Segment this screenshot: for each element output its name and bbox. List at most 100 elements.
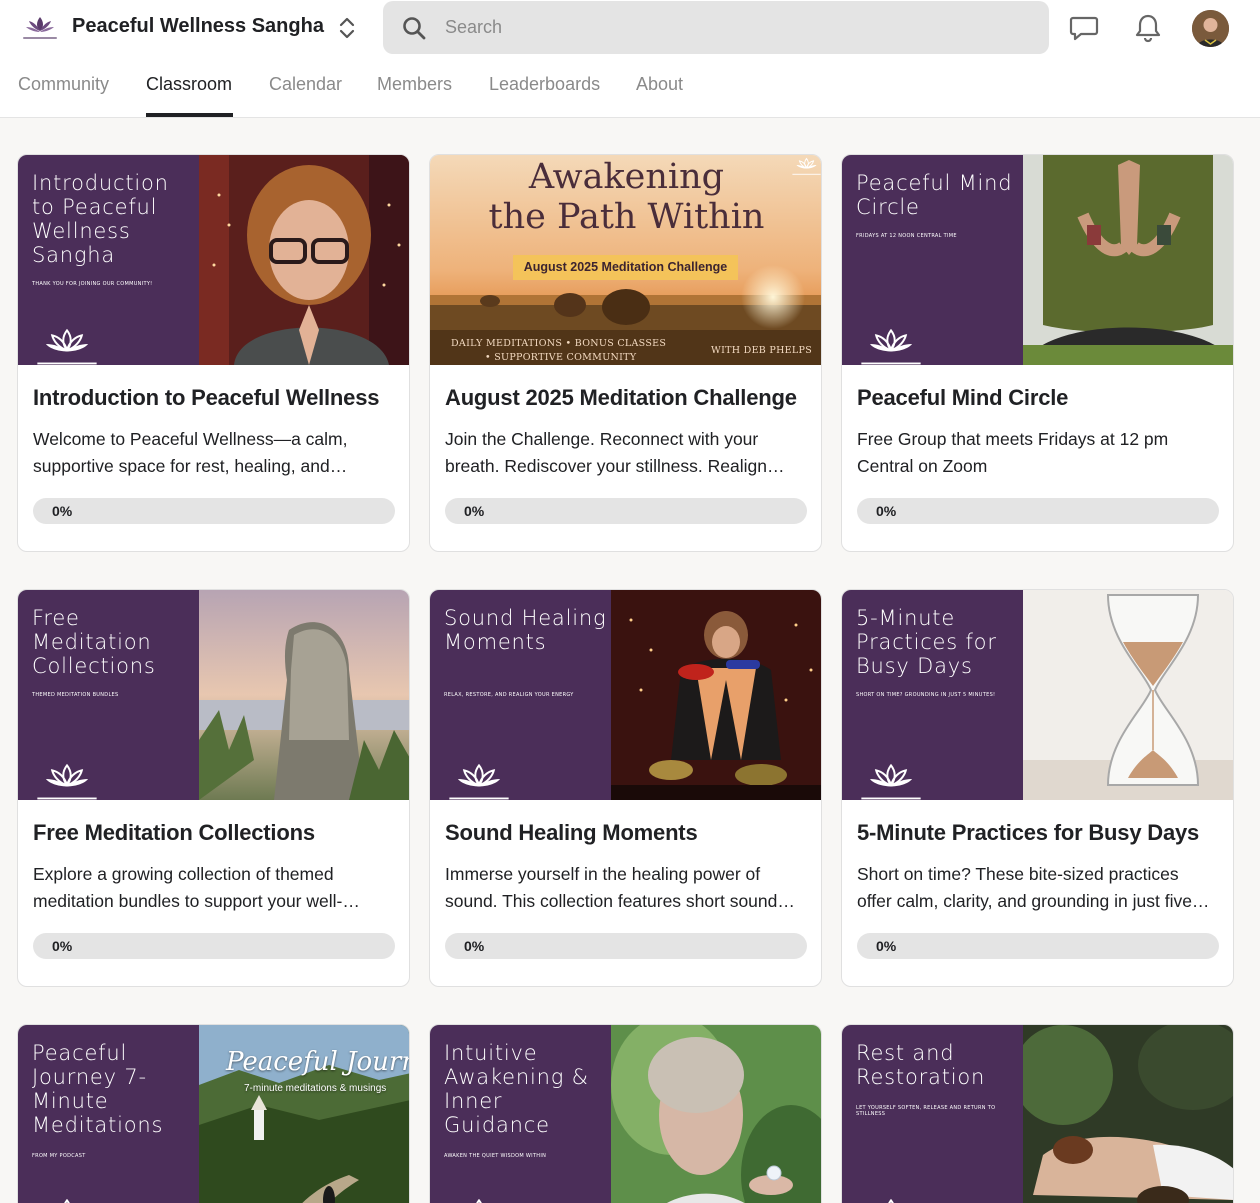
lotus-logo-icon (791, 158, 821, 175)
top-navigation: Peaceful Wellness Sangha Community Class… (0, 0, 1260, 118)
search-input[interactable] (445, 1, 1025, 54)
cover-panel: 5-Minute Practices for Busy Days SHORT O… (842, 590, 1023, 800)
course-progress-label: 0% (876, 938, 897, 954)
tab-leaderboards[interactable]: Leaderboards (489, 74, 600, 95)
course-title[interactable]: Peaceful Mind Circle (857, 385, 1068, 411)
cover-photo-woman-with-crystal (611, 1025, 821, 1203)
cover-photo-woman-in-grass (199, 590, 409, 800)
course-card[interactable]: Peaceful Mind Circle FRIDAYS AT 12 NOON … (841, 154, 1234, 552)
course-progress-label: 0% (464, 503, 485, 519)
course-cover: Peaceful Journey 7-Minute Meditations FR… (18, 1025, 409, 1203)
course-title[interactable]: August 2025 Meditation Challenge (445, 385, 797, 411)
lotus-logo-icon (860, 329, 922, 365)
course-progress-bar: 0% (445, 933, 807, 959)
course-card[interactable]: Rest and Restoration LET YOURSELF SOFTEN… (841, 1024, 1234, 1203)
cover-title: Intuitive Awakening & Inner Guidance (444, 1041, 589, 1137)
course-progress-label: 0% (52, 938, 73, 954)
course-title[interactable]: Sound Healing Moments (445, 820, 698, 846)
course-card[interactable]: Awakening the Path Within August 2025 Me… (429, 154, 822, 552)
user-avatar[interactable] (1192, 10, 1229, 47)
course-cover: Peaceful Mind Circle FRIDAYS AT 12 NOON … (842, 155, 1233, 365)
course-progress-bar: 0% (33, 933, 395, 959)
course-description: Free Group that meets Fridays at 12 pm C… (857, 426, 1219, 480)
course-description-line: Welcome to Peaceful Wellness—a calm, (33, 429, 348, 449)
search-bar[interactable] (383, 1, 1049, 54)
course-cover: 5-Minute Practices for Busy Days SHORT O… (842, 590, 1233, 800)
cover-subtitle: THEMED MEDITATION BUNDLES (32, 692, 119, 698)
cover-panel: Peaceful Mind Circle FRIDAYS AT 12 NOON … (842, 155, 1023, 365)
cover-subtitle: AWAKEN THE QUIET WISDOM WITHIN (444, 1153, 547, 1159)
course-description-line: supportive space for rest, healing, and… (33, 456, 348, 476)
cover-photo-praying-hands (1023, 155, 1233, 365)
active-tab-indicator (146, 113, 233, 117)
course-title[interactable]: Introduction to Peaceful Wellness (33, 385, 379, 411)
cover-photo-resting-woman (1023, 1025, 1233, 1203)
course-description-line: meditation bundles to support your well-… (33, 891, 360, 911)
course-cover: Intuitive Awakening & Inner Guidance AWA… (430, 1025, 821, 1203)
lotus-logo-icon (860, 1199, 922, 1203)
lotus-logo-icon (36, 764, 98, 800)
cover-footer: DAILY MEDITATIONS • BONUS CLASSES (451, 338, 667, 349)
course-description-line: Short on time? These bite-sized practice… (857, 864, 1179, 884)
course-title[interactable]: 5-Minute Practices for Busy Days (857, 820, 1199, 846)
cover-subtitle: FRIDAYS AT 12 NOON CENTRAL TIME (856, 233, 957, 239)
community-name[interactable]: Peaceful Wellness Sangha (72, 15, 324, 38)
course-description-line: Explore a growing collection of themed (33, 864, 334, 884)
course-description-line: Join the Challenge. Reconnect with your (445, 429, 759, 449)
lotus-logo-icon (36, 1199, 98, 1203)
cover-title: Sound Healing Moments (444, 606, 607, 654)
course-description-line: sound. This collection features short so… (445, 891, 795, 911)
bell-icon[interactable] (1132, 12, 1164, 44)
cover-title: Rest and Restoration (856, 1041, 986, 1089)
course-description-line: breath. Rediscover your stillness. Reali… (445, 456, 785, 476)
course-card[interactable]: Free Meditation Collections THEMED MEDIT… (17, 589, 410, 987)
chevron-up-down-icon[interactable] (336, 14, 358, 42)
course-card[interactable]: Introduction to Peaceful Wellness Sangha… (17, 154, 410, 552)
course-description: Immerse yourself in the healing power of… (445, 861, 807, 915)
cover-subtitle: LET YOURSELF SOFTEN, RELEASE AND RETURN … (856, 1105, 996, 1117)
course-title[interactable]: Free Meditation Collections (33, 820, 315, 846)
course-progress-bar: 0% (857, 498, 1219, 524)
cover-headline: Awakening (528, 157, 725, 197)
cover-panel: Introduction to Peaceful Wellness Sangha… (18, 155, 199, 365)
lotus-logo-icon[interactable] (20, 14, 60, 42)
cover-photo-woman-smiling (199, 155, 409, 365)
tab-community[interactable]: Community (18, 74, 109, 95)
lotus-logo-icon (36, 329, 98, 365)
cover-panel: Intuitive Awakening & Inner Guidance AWA… (430, 1025, 611, 1203)
tab-about[interactable]: About (636, 74, 683, 95)
course-description-line: Central on Zoom (857, 456, 988, 476)
cover-title: Free Meditation Collections (32, 606, 156, 678)
lotus-logo-icon (860, 764, 922, 800)
cover-title: Introduction to Peaceful Wellness Sangha (32, 171, 169, 267)
course-card[interactable]: Sound Healing Moments RELAX, RESTORE, AN… (429, 589, 822, 987)
tab-members[interactable]: Members (377, 74, 452, 95)
course-cover: Rest and Restoration LET YOURSELF SOFTEN… (842, 1025, 1233, 1203)
cover-panel: Sound Healing Moments RELAX, RESTORE, AN… (430, 590, 611, 800)
course-card[interactable]: 5-Minute Practices for Busy Days SHORT O… (841, 589, 1234, 987)
tab-classroom[interactable]: Classroom (146, 74, 232, 95)
tab-bar: Community Classroom Calendar Members Lea… (0, 66, 900, 118)
cover-panel: Free Meditation Collections THEMED MEDIT… (18, 590, 199, 800)
lotus-logo-icon (448, 764, 510, 800)
lotus-logo-icon (448, 1199, 510, 1203)
search-icon (403, 17, 426, 40)
chat-icon[interactable] (1068, 12, 1100, 44)
cover-headline: the Path Within (488, 197, 765, 237)
course-description-line: Free Group that meets Fridays at 12 pm (857, 429, 1169, 449)
course-progress-bar: 0% (445, 498, 807, 524)
cover-footer: • SUPPORTIVE COMMUNITY (485, 352, 637, 363)
cover-script-title: Peaceful Journey (226, 1047, 409, 1077)
cover-subtitle: FROM MY PODCAST (32, 1153, 86, 1159)
cover-title: 5-Minute Practices for Busy Days (856, 606, 997, 678)
cover-footer: WITH DEB PHELPS (711, 345, 813, 356)
course-progress-label: 0% (876, 503, 897, 519)
course-card[interactable]: Intuitive Awakening & Inner Guidance AWA… (429, 1024, 822, 1203)
course-description-line: offer calm, clarity, and grounding in ju… (857, 891, 1210, 911)
cover-title: Peaceful Mind Circle (856, 171, 1013, 219)
tab-calendar[interactable]: Calendar (269, 74, 342, 95)
course-cover: Sound Healing Moments RELAX, RESTORE, AN… (430, 590, 821, 800)
course-card[interactable]: Peaceful Journey 7-Minute Meditations FR… (17, 1024, 410, 1203)
course-description-line: Immerse yourself in the healing power of (445, 864, 761, 884)
course-description: Explore a growing collection of themed m… (33, 861, 395, 915)
